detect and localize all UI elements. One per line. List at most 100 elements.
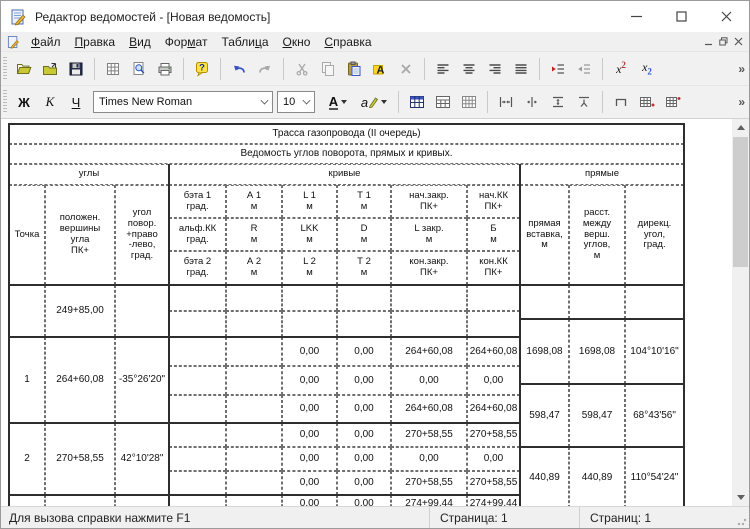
table-cell[interactable]	[169, 395, 226, 423]
table-cell[interactable]: 440,89	[520, 447, 569, 506]
table-cell[interactable]	[226, 471, 282, 495]
find-format-button[interactable]: А	[367, 56, 393, 82]
paste-button[interactable]	[341, 56, 367, 82]
table-cell[interactable]: 264+60,08	[467, 395, 520, 423]
table-cell[interactable]: 274+99,44	[391, 495, 467, 506]
table-cell[interactable]	[169, 471, 226, 495]
add-row-button[interactable]	[634, 89, 660, 115]
table-cell[interactable]: 270+58,55	[467, 423, 520, 447]
table-cell[interactable]	[226, 366, 282, 395]
menu-item-format[interactable]: Формат	[158, 33, 215, 51]
table-cell[interactable]: 104°10'16"	[625, 319, 684, 384]
align-justify-button[interactable]	[508, 56, 534, 82]
table-cell[interactable]: 274+99,44	[467, 495, 520, 506]
table-cell[interactable]: 0,00	[337, 423, 391, 447]
delete-button[interactable]	[393, 56, 419, 82]
bold-button[interactable]: Ж	[11, 89, 37, 115]
table-header-cell[interactable]: дирекц. угол, град.	[625, 185, 684, 285]
font-family-select[interactable]: Times New Roman	[93, 91, 273, 113]
menu-item-edit[interactable]: Правка	[68, 33, 123, 51]
table-cell[interactable]: 270+58,55	[391, 471, 467, 495]
font-size-select[interactable]: 10	[277, 91, 315, 113]
insert-table-button[interactable]	[404, 89, 430, 115]
menu-item-help[interactable]: Справка	[317, 33, 378, 51]
table-header-cell[interactable]: нач.закр. ПК+	[391, 185, 467, 218]
redo-button[interactable]	[252, 56, 278, 82]
table-header-cell[interactable]: D м	[337, 218, 391, 251]
align-left-button[interactable]	[430, 56, 456, 82]
table-header-cell[interactable]: бэта 2 град.	[169, 251, 226, 285]
table-cell[interactable]	[169, 423, 226, 447]
table-cell[interactable]	[391, 311, 467, 337]
indent-first-button[interactable]	[545, 56, 571, 82]
table-header-cell[interactable]: Т 1 м	[337, 185, 391, 218]
table-header-cell[interactable]: альф.КК град.	[169, 218, 226, 251]
split-cells-button[interactable]	[519, 89, 545, 115]
table-grid-button[interactable]	[100, 56, 126, 82]
align-center-button[interactable]	[456, 56, 482, 82]
mdi-restore-button[interactable]	[716, 35, 730, 48]
table-cell[interactable]	[520, 285, 569, 319]
table-cell[interactable]	[115, 495, 169, 506]
mdi-minimize-button[interactable]	[701, 35, 715, 48]
table-title-cell[interactable]: Ведомость углов поворота, прямых и кривы…	[9, 144, 684, 164]
print-preview-button[interactable]	[126, 56, 152, 82]
table-cell[interactable]	[467, 285, 520, 311]
table-cell[interactable]	[226, 395, 282, 423]
table-header-cell[interactable]: кон.КК ПК+	[467, 251, 520, 285]
menu-item-view[interactable]: Вид	[122, 33, 158, 51]
table-cell[interactable]: 264+60,08	[45, 337, 115, 423]
table-cell[interactable]	[391, 285, 467, 311]
scroll-up-button[interactable]	[732, 119, 749, 136]
table-cell[interactable]	[337, 285, 391, 311]
table-cell[interactable]: 1698,08	[520, 319, 569, 384]
table-header-cell[interactable]: угол повор. +право -лево, град.	[115, 185, 169, 285]
table-title-cell[interactable]: Трасса газопровода (II очередь)	[9, 124, 684, 144]
menu-item-window[interactable]: Окно	[276, 33, 318, 51]
table-cell[interactable]: 598,47	[569, 384, 625, 447]
table-header-cell[interactable]: Т 2 м	[337, 251, 391, 285]
table-cell[interactable]	[625, 285, 684, 319]
table-cell[interactable]: 0,00	[337, 471, 391, 495]
align-right-button[interactable]	[482, 56, 508, 82]
table-header-cell[interactable]: нач.КК ПК+	[467, 185, 520, 218]
table-cell[interactable]	[169, 337, 226, 366]
help-button[interactable]: ?	[189, 56, 215, 82]
subscript-button[interactable]: x2	[634, 56, 660, 82]
table-cell[interactable]: 68°43'56"	[625, 384, 684, 447]
close-button[interactable]	[704, 1, 749, 32]
table-header-cell[interactable]: А 2 м	[226, 251, 282, 285]
table-cell[interactable]	[282, 311, 337, 337]
table-cell[interactable]: 1698,08	[569, 319, 625, 384]
table-cell[interactable]: 264+60,08	[391, 337, 467, 366]
table-cell[interactable]: -35°26'20"	[115, 337, 169, 423]
cut-button[interactable]	[289, 56, 315, 82]
table-cell[interactable]	[226, 423, 282, 447]
toolbar-overflow-button[interactable]: »	[738, 95, 744, 109]
table-cell[interactable]: 249+85,00	[45, 285, 115, 337]
copy-button[interactable]	[315, 56, 341, 82]
table-header-cell[interactable]: L 1 м	[282, 185, 337, 218]
table-cell[interactable]: 0,00	[337, 337, 391, 366]
table-header-cell[interactable]: LKK м	[282, 218, 337, 251]
table-cell[interactable]: 0,00	[337, 395, 391, 423]
table-cell[interactable]	[569, 285, 625, 319]
table-cell[interactable]: 0,00	[282, 471, 337, 495]
vertical-scrollbar[interactable]	[732, 119, 749, 506]
table-header-cell[interactable]: бэта 1 град.	[169, 185, 226, 218]
open-recent-button[interactable]	[37, 56, 63, 82]
table-cell[interactable]	[169, 366, 226, 395]
table-group-cell[interactable]: кривые	[169, 164, 520, 185]
outdent-button[interactable]	[571, 56, 597, 82]
table-cell[interactable]: 2	[9, 423, 45, 495]
table-cell[interactable]	[282, 285, 337, 311]
menu-item-file[interactable]: Файл	[24, 33, 68, 51]
table-cell[interactable]	[467, 311, 520, 337]
table-cell[interactable]	[9, 285, 45, 337]
table-cell[interactable]: 0,00	[282, 495, 337, 506]
table-cell[interactable]: 0,00	[391, 366, 467, 395]
table-cell[interactable]: 0,00	[282, 423, 337, 447]
table-cell[interactable]	[226, 337, 282, 366]
table-cell[interactable]	[226, 447, 282, 471]
print-button[interactable]	[152, 56, 178, 82]
